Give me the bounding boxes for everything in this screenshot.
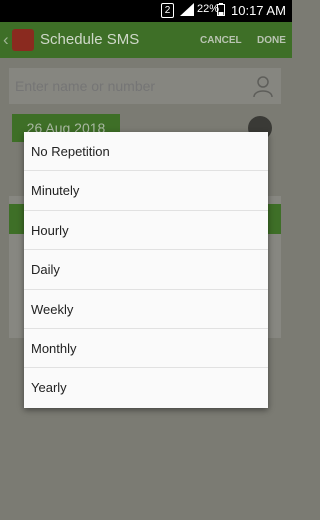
cancel-button[interactable]: CANCEL — [200, 35, 242, 46]
status-bar: 2 22% 10:17 AM — [0, 0, 292, 22]
signal-icon — [180, 3, 194, 16]
sim-badge: 2 — [161, 3, 174, 18]
person-icon[interactable] — [251, 74, 275, 98]
back-icon[interactable]: ‹ — [3, 30, 9, 50]
contact-row — [9, 68, 281, 104]
app-logo-icon — [12, 29, 34, 51]
repeat-option[interactable]: Weekly — [24, 290, 268, 329]
repeat-option[interactable]: No Repetition — [24, 132, 268, 172]
page-title: Schedule SMS — [40, 31, 140, 48]
repeat-option[interactable]: Yearly — [24, 368, 268, 407]
app-bar: ‹ Schedule SMS CANCEL DONE — [0, 22, 292, 58]
clock: 10:17 AM — [231, 3, 286, 18]
done-button[interactable]: DONE — [257, 35, 286, 46]
repeat-options-list: No Repetition Minutely Hourly Daily Weekly Mo… — [24, 132, 268, 408]
battery-icon — [217, 3, 225, 16]
contact-input[interactable] — [15, 78, 235, 94]
repeat-option[interactable]: Daily — [24, 250, 268, 290]
repeat-dialog: No Repetition Minutely Hourly Daily Weekly Mo… — [24, 132, 268, 408]
repeat-option[interactable]: Hourly — [24, 211, 268, 251]
battery-percent: 22% — [197, 3, 220, 15]
repeat-option[interactable]: Minutely — [24, 171, 268, 211]
repeat-option[interactable]: Monthly — [24, 329, 268, 369]
